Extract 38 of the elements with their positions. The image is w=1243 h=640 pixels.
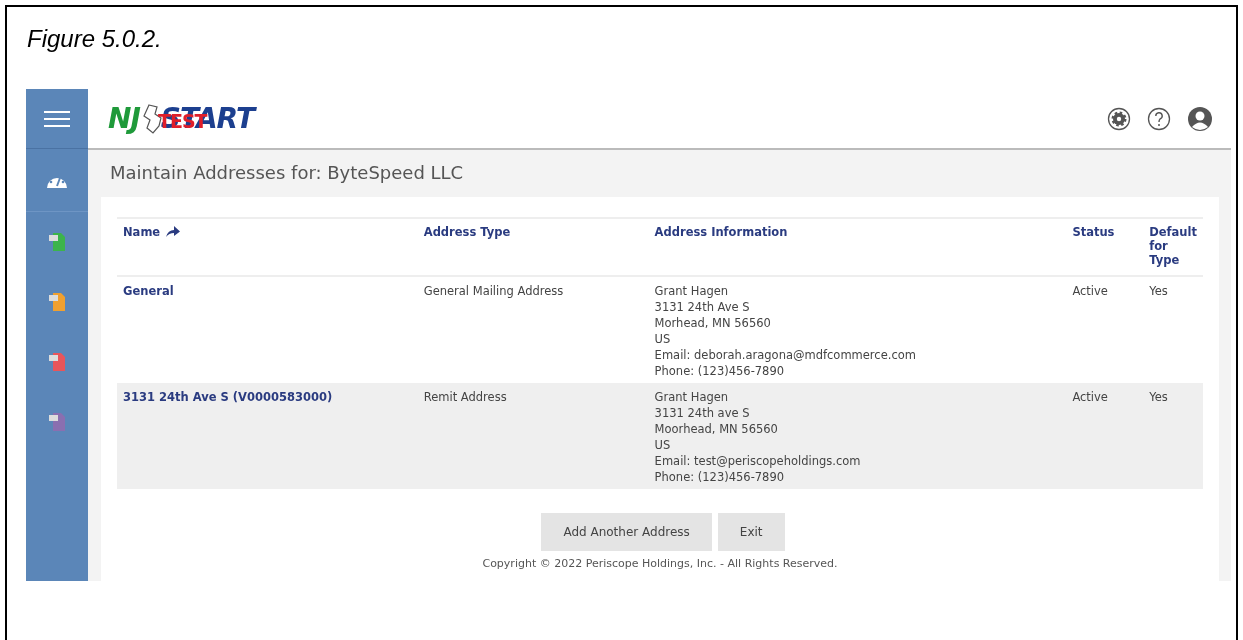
address-line: US bbox=[654, 331, 672, 347]
table-cell: Active bbox=[1072, 390, 1108, 404]
document-icon[interactable] bbox=[48, 232, 66, 252]
address-name-link[interactable]: General bbox=[123, 284, 174, 298]
user-button[interactable] bbox=[1187, 105, 1213, 132]
table-cell: Remit Address bbox=[423, 390, 507, 404]
address-line: Grant Hagen bbox=[654, 283, 730, 299]
column-header[interactable]: Status bbox=[1072, 225, 1115, 239]
address-line: Phone: (123)456-7890 bbox=[654, 469, 786, 485]
table-cell: Yes bbox=[1149, 284, 1168, 298]
table-cell: Yes bbox=[1149, 390, 1168, 404]
settings-button[interactable] bbox=[1107, 106, 1131, 131]
copyright-text: Copyright © 2022 Periscope Holdings, Inc. - All Rights Reserved. bbox=[481, 557, 839, 570]
address-line: Phone: (123)456-7890 bbox=[654, 363, 786, 379]
address-line: Morhead, MN 56560 bbox=[654, 315, 772, 331]
help-button[interactable] bbox=[1147, 106, 1171, 131]
address-line: Moorhead, MN 56560 bbox=[654, 421, 779, 437]
address-line: Email: deborah.aragona@mdfcommerce.com bbox=[654, 347, 917, 363]
figure-caption: Figure 5.0.2. bbox=[26, 24, 163, 54]
address-line: Email: test@periscopeholdings.com bbox=[654, 453, 862, 469]
table-cell: Active bbox=[1072, 284, 1108, 298]
menu-icon bbox=[44, 109, 70, 128]
page-title: Maintain Addresses for: ByteSpeed LLC bbox=[109, 161, 465, 185]
address-line: Grant Hagen bbox=[654, 389, 730, 405]
address-line: 3131 24th Ave S bbox=[654, 299, 751, 315]
table-cell: General Mailing Address bbox=[423, 284, 564, 298]
exit-button[interactable]: Exit bbox=[717, 513, 785, 551]
document-icon[interactable] bbox=[48, 352, 66, 372]
add-address-button[interactable]: Add Another Address bbox=[541, 513, 712, 551]
column-header[interactable]: Default for Type bbox=[1149, 225, 1197, 267]
address-line: US bbox=[654, 437, 672, 453]
address-line: 3131 24th ave S bbox=[654, 405, 751, 421]
column-header[interactable]: Name bbox=[123, 225, 182, 239]
address-name-link[interactable]: 3131 24th Ave S (V0000583000) bbox=[123, 390, 333, 404]
column-header[interactable]: Address Type bbox=[423, 225, 511, 239]
document-icon[interactable] bbox=[48, 412, 66, 432]
column-header[interactable]: Address Information bbox=[654, 225, 788, 239]
document-icon[interactable] bbox=[48, 292, 66, 312]
